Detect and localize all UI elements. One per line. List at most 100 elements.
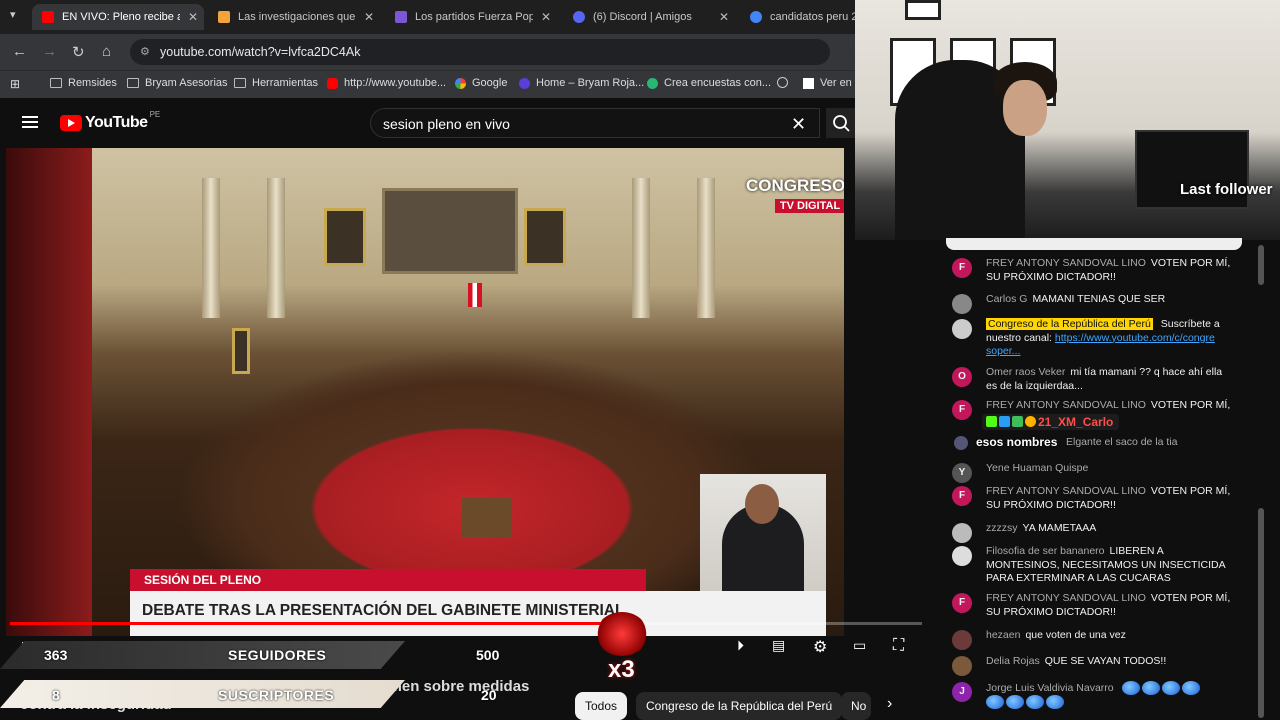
url-field[interactable]: ⚙ youtube.com/watch?v=lvfca2DC4Ak: [130, 39, 830, 65]
chat-author[interactable]: Filosofia de ser bananero: [986, 545, 1105, 557]
bookmark-home-bryam[interactable]: Home – Bryam Roja...: [519, 77, 644, 89]
chat-author[interactable]: FREY ANTONY SANDOVAL LINO: [986, 399, 1146, 411]
logo-line-1: CONGRESO: [746, 176, 844, 195]
chat-author[interactable]: FREY ANTONY SANDOVAL LINO: [986, 257, 1146, 269]
bookmark-ver-en[interactable]: Ver en: [803, 77, 852, 89]
congreso-tv-logo: CONGRESO TV DIGITAL: [746, 176, 844, 214]
wall-frame: [905, 0, 941, 20]
chat-scrollbar-thumb[interactable]: [1258, 508, 1264, 718]
live-chat: F FREY ANTONY SANDOVAL LINO VOTEN POR MÍ,…: [946, 240, 1246, 720]
search-button[interactable]: [826, 108, 855, 138]
avatar[interactable]: [952, 656, 972, 676]
avatar[interactable]: F: [952, 593, 972, 613]
home-icon[interactable]: ⌂: [102, 43, 111, 60]
survey-icon: [647, 77, 658, 89]
avatar[interactable]: [952, 546, 972, 566]
channel-owner-badge[interactable]: Congreso de la República del Perú: [986, 318, 1153, 330]
overlay-username: esos nombres: [976, 435, 1058, 449]
lower-third-title: DEBATE TRAS LA PRESENTACIÓN DEL GABINETE…: [130, 591, 826, 636]
tab-discord[interactable]: (6) Discord | Amigos ✕: [563, 4, 735, 30]
followers-count: 363: [44, 647, 68, 663]
avatar[interactable]: [952, 294, 972, 314]
avatar[interactable]: J: [952, 682, 972, 702]
autoplay-toggle-icon[interactable]: ⏵: [737, 637, 744, 654]
chat-author[interactable]: FREY ANTONY SANDOVAL LINO: [986, 485, 1146, 497]
youtube-logo[interactable]: YouTube PE: [60, 110, 160, 132]
video-progress-bar[interactable]: [10, 617, 922, 630]
tab-title: Las investigaciones que pe: [238, 11, 356, 23]
chevron-right-icon[interactable]: ›: [887, 695, 892, 713]
chat-author[interactable]: hezaen: [986, 629, 1020, 641]
emoji-icon: [986, 695, 1004, 710]
bookmarks-bar: ⊞ Remsides Bryam Asesorias Herramientas …: [0, 70, 855, 99]
peru-flag-icon: [468, 283, 482, 307]
site-info-icon[interactable]: ⚙: [140, 39, 150, 65]
bookmark-herramientas[interactable]: Herramientas: [234, 77, 318, 89]
bookmark-youtube[interactable]: http://www.youtube...: [327, 77, 446, 89]
theater-mode-icon[interactable]: ▭: [853, 637, 866, 654]
back-arrow-icon[interactable]: ←: [12, 43, 27, 60]
chat-author[interactable]: FREY ANTONY SANDOVAL LINO: [986, 592, 1146, 604]
tab-candidatos[interactable]: candidatos peru 20: [740, 4, 855, 30]
folder-icon: [50, 78, 62, 88]
bookmark-label: Home – Bryam Roja...: [536, 77, 645, 89]
avatar[interactable]: Y: [952, 463, 972, 483]
reload-icon[interactable]: ↻: [72, 43, 85, 61]
close-tab-icon[interactable]: ✕: [364, 10, 374, 24]
address-bar-row: ← → ↻ ⌂ ⚙ youtube.com/watch?v=lvfca2DC4A…: [0, 34, 855, 70]
globe-icon: [777, 77, 788, 88]
avatar[interactable]: [952, 523, 972, 543]
avatar[interactable]: F: [952, 486, 972, 506]
folder-icon: [234, 78, 246, 88]
close-tab-icon[interactable]: ✕: [188, 10, 198, 24]
chip-congreso[interactable]: Congreso de la República del Perú: [636, 692, 843, 720]
avatar[interactable]: [952, 319, 972, 339]
avatar[interactable]: O: [952, 367, 972, 387]
tab-partidos[interactable]: Los partidos Fuerza Popula ✕: [385, 4, 557, 30]
avatar[interactable]: F: [952, 258, 972, 278]
search-input[interactable]: sesion pleno en vivo ✕: [370, 108, 820, 138]
bas-relief: [382, 188, 518, 274]
tab-list-button[interactable]: ▾: [10, 8, 16, 21]
chat-author[interactable]: Yene Huaman Quispe: [986, 462, 1088, 474]
chat-text: MAMANI TENIAS QUE SER: [1032, 293, 1166, 305]
tab-investigaciones[interactable]: Las investigaciones que pe ✕: [208, 4, 380, 30]
chat-scrollbar-thumb[interactable]: [1258, 245, 1264, 285]
apps-grid-icon[interactable]: ⊞: [10, 77, 20, 91]
multiplier-text: x3: [608, 656, 635, 683]
chat-author[interactable]: Carlos G: [986, 293, 1027, 305]
video-player[interactable]: CONGRESO TV DIGITAL SESIÓN DEL PLENO DEB…: [6, 148, 844, 636]
hamburger-menu-icon[interactable]: [22, 116, 38, 128]
close-tab-icon[interactable]: ✕: [541, 10, 551, 24]
bookmark-label: Crea encuestas con...: [664, 77, 772, 89]
tab-youtube-live[interactable]: EN VIVO: Pleno recibe a m ✕: [32, 4, 204, 30]
clear-search-icon[interactable]: ✕: [791, 109, 806, 139]
chip-no[interactable]: No: [841, 692, 871, 720]
avatar[interactable]: [952, 630, 972, 650]
overlay-message: Elgante el saco de la tia: [1066, 436, 1178, 448]
settings-gear-icon[interactable]: ⚙: [813, 637, 827, 657]
chat-author[interactable]: Delia Rojas: [986, 655, 1040, 667]
bookmark-encuestas[interactable]: Crea encuestas con...: [647, 77, 771, 89]
forward-arrow-icon[interactable]: →: [42, 43, 57, 60]
chat-avatar-small: [954, 436, 968, 450]
fullscreen-icon[interactable]: ⛶: [893, 637, 904, 655]
pillar: [697, 178, 715, 318]
youtube-play-icon: [60, 115, 82, 131]
bookmark-google[interactable]: Google: [455, 77, 507, 89]
follower-alert: 21_XM_Carlo: [952, 412, 1244, 432]
chip-todos[interactable]: Todos: [575, 692, 628, 720]
bookmark-globe[interactable]: [777, 77, 794, 88]
chat-author[interactable]: Jorge Luis Valdivia Navarro: [986, 682, 1114, 694]
video-side-panel: [6, 148, 92, 636]
close-tab-icon[interactable]: ✕: [719, 10, 729, 24]
bookmark-bryam-asesorias[interactable]: Bryam Asesorias: [127, 77, 228, 89]
chat-author[interactable]: zzzzsy: [986, 522, 1018, 534]
subtitles-icon[interactable]: ▤: [772, 637, 785, 654]
youtube-icon: [327, 77, 338, 89]
url-text: youtube.com/watch?v=lvfca2DC4Ak: [160, 45, 361, 59]
tab-title: EN VIVO: Pleno recibe a m: [62, 11, 180, 23]
chat-author[interactable]: Omer raos Veker: [986, 366, 1065, 378]
bookmark-remsides[interactable]: Remsides: [50, 77, 117, 89]
interpreter-head: [745, 484, 779, 524]
